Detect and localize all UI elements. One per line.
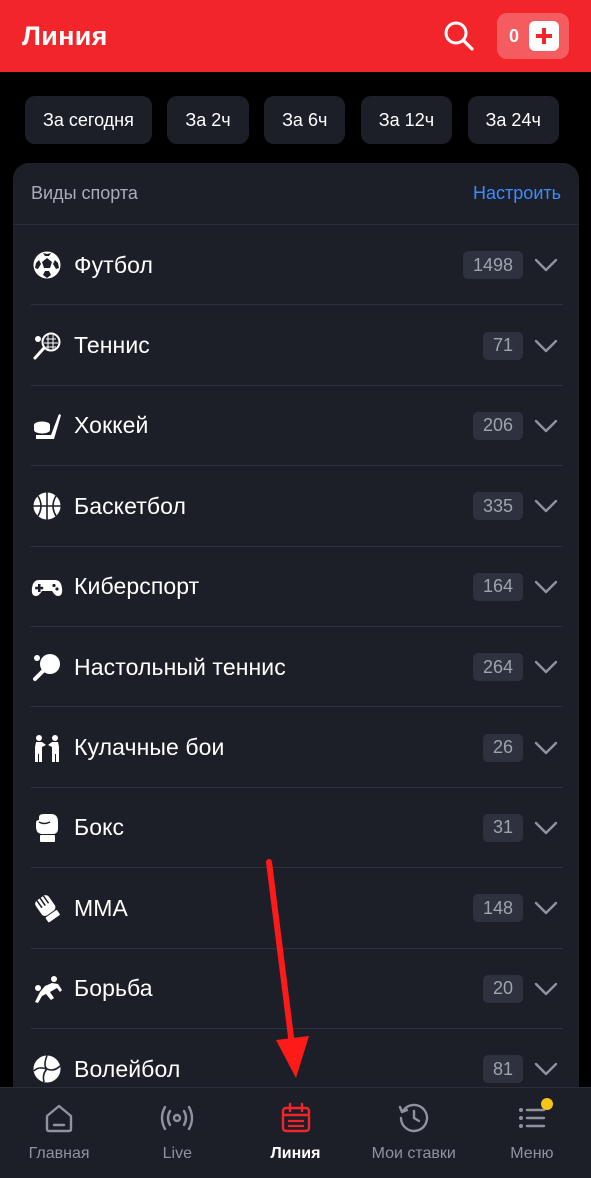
page-title: Линия <box>22 20 108 51</box>
plus-icon <box>529 21 560 51</box>
chevron-down-icon[interactable] <box>533 493 559 519</box>
sport-count: 264 <box>472 653 523 682</box>
sports-panel-header: Виды спорта Настроить <box>13 163 579 225</box>
nav-my-bets[interactable]: Мои ставки <box>355 1088 473 1178</box>
chevron-down-icon[interactable] <box>533 815 559 841</box>
sport-count: 206 <box>472 411 523 440</box>
sport-name: Хоккей <box>74 412 149 439</box>
mma-glove-icon <box>31 892 63 924</box>
bottom-nav: Главная Live Линия Мои ставки Меню <box>0 1087 591 1178</box>
sport-row-boxing[interactable]: Бокс 31 <box>13 788 579 869</box>
wrestling-icon <box>31 973 63 1005</box>
sport-count: 164 <box>472 572 523 601</box>
hockey-icon <box>31 410 63 442</box>
bet-slip-button[interactable]: 0 <box>497 13 569 59</box>
sport-row-table-tennis[interactable]: Настольный теннис 264 <box>13 627 579 708</box>
sport-name: Настольный теннис <box>74 653 286 680</box>
sport-row-football[interactable]: Футбол 1498 <box>13 225 579 306</box>
sport-name: MMA <box>74 894 128 921</box>
sport-row-fist-fights[interactable]: Кулачные бои 26 <box>13 707 579 789</box>
sport-row-esports[interactable]: Киберспорт 164 <box>13 547 579 628</box>
boxing-glove-icon <box>31 812 63 844</box>
chevron-down-icon[interactable] <box>533 895 559 921</box>
fist-fight-icon <box>31 732 63 764</box>
gamepad-icon <box>31 571 63 603</box>
nav-label: Мои ставки <box>371 1145 456 1162</box>
calendar-icon <box>278 1100 314 1136</box>
sport-count: 1498 <box>462 251 523 280</box>
nav-label: Линия <box>270 1145 321 1162</box>
nav-menu[interactable]: Меню <box>473 1088 591 1178</box>
sport-name: Борьба <box>74 975 153 1002</box>
nav-label: Меню <box>510 1145 554 1162</box>
filter-2h[interactable]: За 2ч <box>167 96 249 144</box>
sports-panel: Виды спорта Настроить Футбол 1498 Теннис… <box>13 163 579 1163</box>
sport-name: Кулачные бои <box>74 734 225 761</box>
configure-link[interactable]: Настроить <box>473 183 561 204</box>
history-clock-icon <box>396 1100 432 1136</box>
notification-dot <box>540 1098 553 1110</box>
nav-label: Главная <box>28 1145 90 1162</box>
filter-24h[interactable]: За 24ч <box>467 96 559 144</box>
live-broadcast-icon <box>159 1100 195 1136</box>
chevron-down-icon[interactable] <box>533 654 559 680</box>
sport-count: 148 <box>472 894 523 923</box>
chevron-down-icon[interactable] <box>533 976 559 1002</box>
chevron-down-icon[interactable] <box>533 252 559 278</box>
chevron-down-icon[interactable] <box>533 574 559 600</box>
sport-name: Бокс <box>74 814 125 841</box>
sports-panel-title: Виды спорта <box>31 183 138 203</box>
sport-name: Волейбол <box>74 1055 181 1082</box>
sport-name: Теннис <box>74 332 150 359</box>
basketball-icon <box>31 490 63 522</box>
chevron-down-icon[interactable] <box>533 333 559 359</box>
filter-6h[interactable]: За 6ч <box>264 96 346 144</box>
football-icon <box>31 249 63 281</box>
tennis-icon <box>31 330 63 362</box>
search-button[interactable] <box>439 16 479 56</box>
top-header: Линия 0 <box>0 0 591 72</box>
sport-count: 31 <box>482 813 523 842</box>
nav-label: Live <box>162 1145 192 1162</box>
sport-count: 335 <box>472 492 523 521</box>
sport-name: Футбол <box>74 251 153 278</box>
sport-row-wrestling[interactable]: Борьба 20 <box>13 949 579 1030</box>
table-tennis-icon <box>31 651 63 683</box>
search-icon <box>444 21 474 51</box>
sport-count: 81 <box>482 1055 523 1084</box>
filter-12h[interactable]: За 12ч <box>360 96 453 144</box>
chevron-down-icon[interactable] <box>533 413 559 439</box>
sport-count: 71 <box>482 331 523 360</box>
filter-today[interactable]: За сегодня <box>25 96 152 144</box>
nav-home[interactable]: Главная <box>0 1088 118 1178</box>
sport-name: Баскетбол <box>74 492 187 519</box>
sport-row-hockey[interactable]: Хоккей 206 <box>13 386 579 467</box>
time-filters: За сегодня За 2ч За 6ч За 12ч За 24ч <box>0 96 591 146</box>
home-icon <box>41 1100 77 1136</box>
sport-row-tennis[interactable]: Теннис 71 <box>13 305 579 387</box>
sport-count: 26 <box>482 733 523 762</box>
sport-row-mma[interactable]: MMA 148 <box>13 868 579 949</box>
volleyball-icon <box>31 1053 63 1085</box>
sports-list: Футбол 1498 Теннис 71 Хоккей 206 Баскетб… <box>13 225 579 1109</box>
sport-count: 20 <box>482 974 523 1003</box>
chevron-down-icon[interactable] <box>533 1056 559 1082</box>
sport-row-basketball[interactable]: Баскетбол 335 <box>13 466 579 547</box>
bet-slip-count: 0 <box>509 25 520 46</box>
nav-live[interactable]: Live <box>118 1088 236 1178</box>
nav-line[interactable]: Линия <box>236 1088 354 1178</box>
sport-name: Киберспорт <box>74 573 200 600</box>
chevron-down-icon[interactable] <box>533 735 559 761</box>
